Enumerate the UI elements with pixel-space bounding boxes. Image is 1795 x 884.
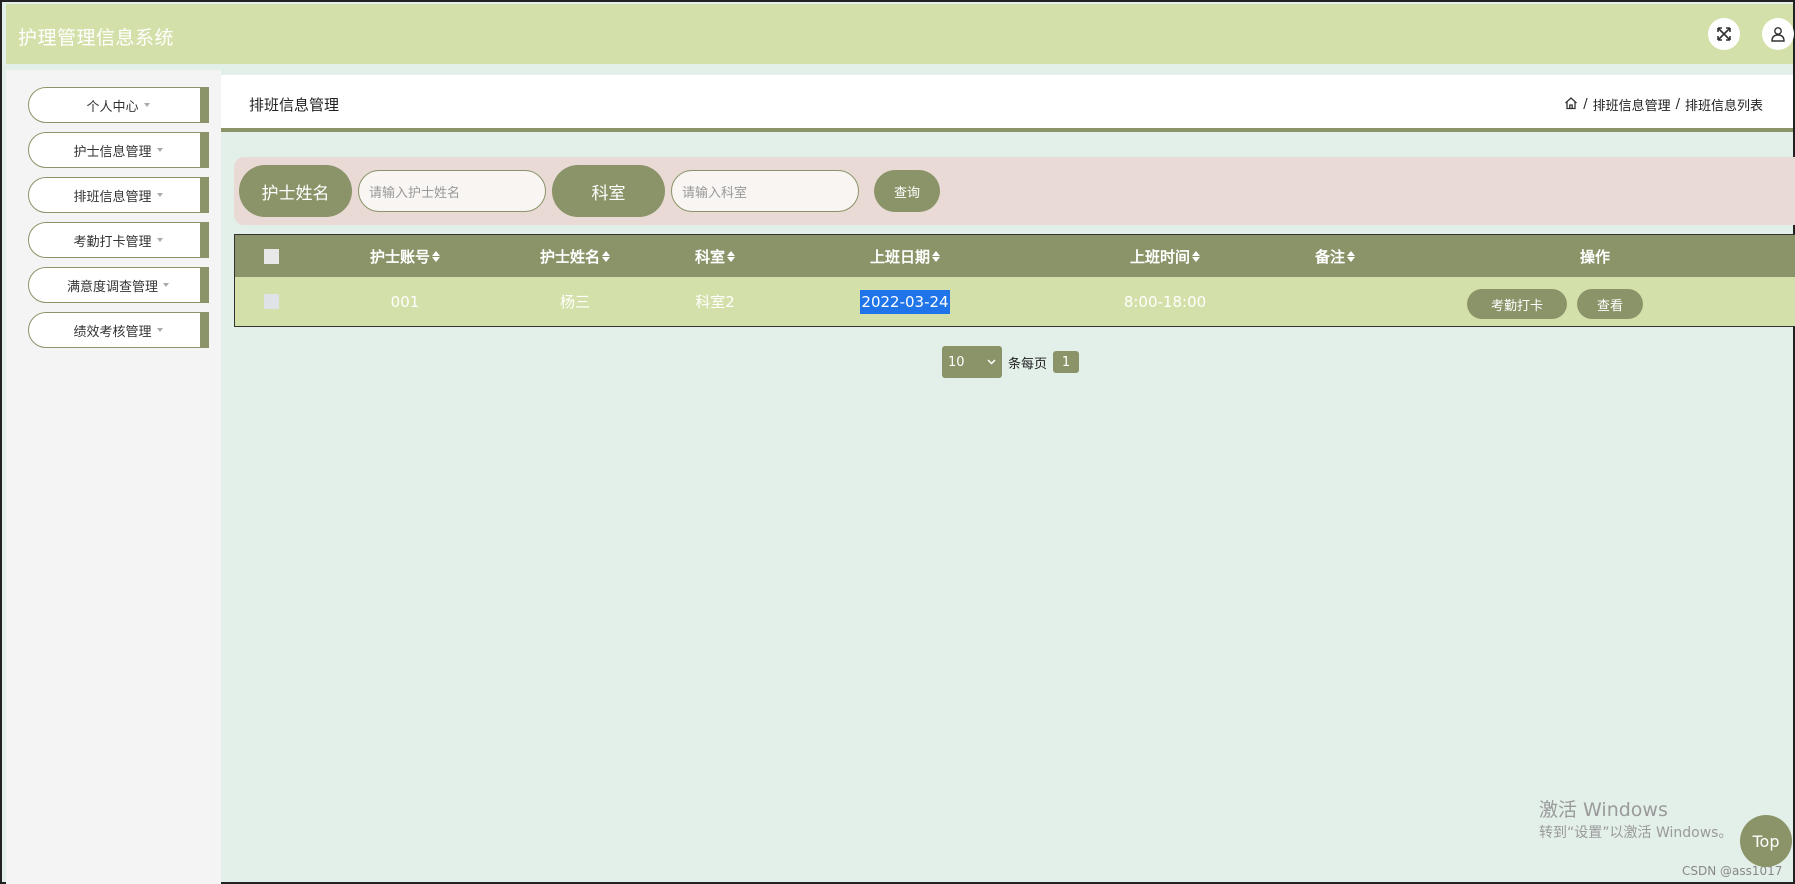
col-actions: 操作	[1579, 247, 1610, 266]
sort-icon	[932, 251, 940, 262]
caret-down-icon	[156, 238, 163, 242]
department-label: 科室	[552, 165, 665, 217]
breadcrumb-separator: /	[1583, 97, 1588, 112]
page-size-select[interactable]: 10	[942, 346, 1002, 378]
user-icon[interactable]	[1762, 18, 1794, 50]
sidebar-item-label: 护士信息管理	[73, 144, 152, 160]
table-row: 001 杨三 科室2 2022-03-24 8:00-18:00 考勤打卡 查看	[235, 277, 1795, 326]
sidebar-item-label: 考勤打卡管理	[73, 234, 152, 250]
top-bar: 护理管理信息系统	[6, 4, 1794, 64]
page-header: 排班信息管理 / 排班信息管理 / 排班信息列表	[221, 75, 1793, 132]
sidebar-item-label: 排班信息管理	[73, 189, 152, 205]
windows-activation-hint: 转到“设置”以激活 Windows。	[1539, 825, 1733, 841]
col-shift-date[interactable]: 上班日期	[745, 235, 1065, 277]
cell-name: 杨三	[559, 293, 590, 311]
app-title: 护理管理信息系统	[18, 27, 175, 49]
windows-activation-title: 激活 Windows	[1539, 799, 1668, 821]
back-to-top-button[interactable]: Top	[1740, 815, 1792, 867]
col-shift-time[interactable]: 上班时间	[1075, 235, 1255, 277]
schedule-table: 护士账号 护士姓名 科室 上班日期 上班时间 备注 操作 001 杨三 科室2 …	[234, 234, 1795, 327]
sidebar-item-personal-center[interactable]: 个人中心	[28, 86, 209, 123]
breadcrumb-item-current: 排班信息列表	[1684, 99, 1763, 114]
page-title: 排班信息管理	[249, 96, 340, 114]
selected-text: 2022-03-24	[860, 289, 950, 314]
select-all-checkbox[interactable]	[243, 235, 299, 277]
cell-shift-date: 2022-03-24	[745, 277, 1065, 326]
breadcrumb: / 排班信息管理 / 排班信息列表	[1564, 95, 1763, 114]
chevron-down-icon	[987, 359, 996, 365]
col-nurse-name[interactable]: 护士姓名	[485, 235, 665, 277]
search-button[interactable]: 查询	[874, 170, 940, 212]
department-input[interactable]: 请输入科室	[671, 170, 859, 212]
col-note[interactable]: 备注	[1245, 235, 1425, 277]
page-number-button[interactable]: 1	[1053, 351, 1080, 373]
sort-icon	[1192, 251, 1200, 262]
caret-down-icon	[143, 103, 150, 107]
sort-icon	[602, 251, 610, 262]
attendance-checkin-button[interactable]: 考勤打卡	[1467, 289, 1567, 319]
sidebar-item-schedule-info[interactable]: 排班信息管理	[28, 176, 209, 213]
cell-account: 001	[390, 292, 420, 311]
caret-down-icon	[163, 283, 169, 287]
caret-down-icon	[156, 328, 163, 332]
caret-down-icon	[156, 148, 163, 152]
cell-note	[1245, 277, 1425, 326]
sidebar: 个人中心 护士信息管理 排班信息管理 考勤打卡管理 满意度调查管理 绩效考核管理	[6, 70, 221, 884]
sort-icon	[1347, 251, 1355, 262]
nurse-name-input[interactable]: 请输入护士姓名	[358, 170, 546, 212]
pagination: 10 条每页 1	[942, 346, 1080, 378]
expand-icon[interactable]	[1708, 18, 1740, 50]
view-button[interactable]: 查看	[1577, 289, 1643, 319]
row-checkbox[interactable]	[243, 277, 299, 326]
sidebar-item-satisfaction[interactable]: 满意度调查管理	[28, 266, 209, 303]
cell-shift-time: 8:00-18:00	[1123, 292, 1207, 311]
sidebar-item-label: 满意度调查管理	[66, 279, 158, 295]
sidebar-item-label: 个人中心	[86, 99, 139, 115]
breadcrumb-separator: /	[1675, 97, 1680, 112]
sidebar-item-nurse-info[interactable]: 护士信息管理	[28, 131, 209, 168]
search-bar: 护士姓名 请输入护士姓名 科室 请输入科室 查询	[234, 157, 1795, 225]
caret-down-icon	[156, 193, 163, 197]
table-header: 护士账号 护士姓名 科室 上班日期 上班时间 备注 操作	[235, 235, 1795, 277]
per-page-label: 条每页	[1008, 356, 1048, 372]
sidebar-item-performance[interactable]: 绩效考核管理	[28, 311, 209, 348]
sort-icon	[432, 251, 440, 262]
sidebar-item-attendance[interactable]: 考勤打卡管理	[28, 221, 209, 258]
home-icon[interactable]	[1564, 96, 1578, 114]
nurse-name-label: 护士姓名	[239, 165, 352, 217]
sidebar-item-label: 绩效考核管理	[73, 324, 152, 340]
col-nurse-account[interactable]: 护士账号	[315, 235, 495, 277]
breadcrumb-item[interactable]: 排班信息管理	[1593, 95, 1671, 114]
sort-icon	[727, 251, 735, 262]
app-window: 护理管理信息系统 个人中心 护士信息管理 排班信息管理 考勤打卡管理 满意度调查…	[0, 0, 1795, 884]
